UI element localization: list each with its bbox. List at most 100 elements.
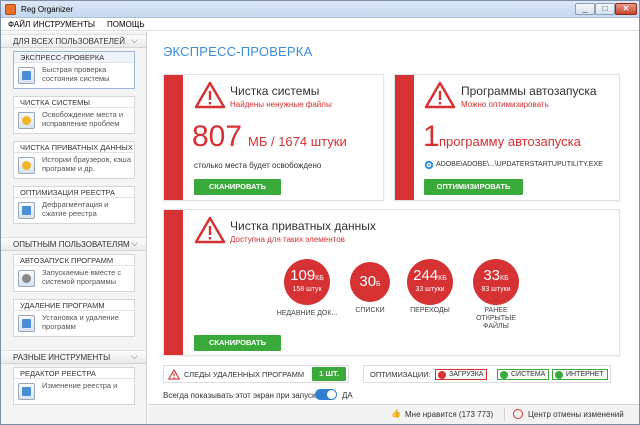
sidebar-item-desc: Дефрагментация и сжатие реестра [42,200,109,218]
warning-icon [194,81,226,109]
sidebar-item-privacy-cleanup[interactable]: ЧИСТКА ПРИВАТНЫХ ДАННЫХ Истории браузеро… [13,141,135,179]
autorun-card: Программы автозапуска Можно оптимизирова… [394,74,620,201]
menu-file[interactable]: ФАЙЛ [8,20,30,29]
sidebar-item-express-check[interactable]: ЭКСПРЕСС-ПРОВЕРКА Быстрая проверка состо… [13,51,135,89]
close-button[interactable]: ✕ [615,3,637,15]
page-title: ЭКСПРЕСС-ПРОВЕРКА [163,44,313,59]
chevron-down-icon: ⌵ [131,238,138,248]
menu-help[interactable]: ПОМОЩЬ [107,20,145,29]
registry-icon [18,202,35,219]
system-cleanup-card: Чистка системы Найдены ненужные файлы 80… [163,74,384,201]
sidebar-item-title: ЧИСТКА СИСТЕМЫ [14,97,134,108]
toggle-knob [327,390,336,399]
uninstalled-traces-bar: СЛЕДЫ УДАЛЕННЫХ ПРОГРАММ 1 ШТ. [163,365,349,383]
warning-icon [194,216,226,244]
undo-center-link[interactable]: Центр отмены изменений [528,410,624,419]
sidebar-item-desc: Изменение реестра и [42,381,118,390]
scan-system-button[interactable]: СКАНИРОВАТЬ [194,179,281,195]
card-title: Чистка приватных данных [230,219,376,233]
tag-label: ЗАГРУЗКА [449,371,484,378]
toggle-value: ДА [342,391,353,400]
maximize-button[interactable]: □ [595,3,615,15]
sidebar-item-registry-editor[interactable]: РЕДАКТОР РЕЕСТРА Изменение реестра и [13,367,135,405]
sidebar-item-desc: Истории браузеров, кэша программ и др. [42,155,132,173]
sidebar-group-misc-tools[interactable]: РАЗНЫЕ ИНСТРУМЕНТЫ ⌵ [1,350,146,364]
power-icon [438,371,446,379]
sidebar-item-desc: Запускаемые вместе с системой программы [42,268,122,286]
circle-sub: 83 штуки [481,286,511,293]
card-subtitle: Можно оптимизировать [461,100,549,109]
sidebar-item-title: УДАЛЕНИЕ ПРОГРАММ [14,300,134,311]
sidebar-item-system-cleanup[interactable]: ЧИСТКА СИСТЕМЫ Освобождение места и испр… [13,96,135,134]
menu-tools[interactable]: ИНСТРУМЕНТЫ [33,20,95,29]
regedit-icon [18,383,35,400]
card-subtitle: Найдены ненужные файлы [230,100,332,109]
minimize-button[interactable]: _ [575,3,595,15]
optimizations-bar: ОПТИМИЗАЦИИ: ЗАГРУЗКА СИСТЕМА ИНТЕРНЕТ [363,365,611,383]
card-accent-bar [395,75,414,200]
circle-unit: КБ [438,275,447,282]
group-label: ОПЫТНЫМ ПОЛЬЗОВАТЕЛЯМ [13,240,130,249]
undo-center-icon [513,409,523,419]
circle-label: РАНЕЕ ОТКРЫТЫЕ ФАЙЛЫ [476,307,516,330]
sidebar-group-all-users[interactable]: ДЛЯ ВСЕХ ПОЛЬЗОВАТЕЛЕЙ ⌵ [1,34,146,48]
power-icon [555,371,563,379]
status-bar: 👍 Мне нравится (173 773) Центр отмены из… [148,404,639,424]
privacy-lists-circle[interactable]: 30Б [350,262,390,302]
circle-unit: Б [376,281,381,288]
optim-system-tag[interactable]: СИСТЕМА [497,369,550,380]
circle-label: СПИСКИ [355,307,385,314]
sidebar-item-autorun[interactable]: АВТОЗАПУСК ПРОГРАММ Запускаемые вместе с… [13,254,135,292]
circle-sub: 158 штук [292,286,322,293]
circle-unit: КБ [315,275,324,282]
autorun-count-unit: программу автозапуска [439,134,581,149]
group-label: ДЛЯ ВСЕХ ПОЛЬЗОВАТЕЛЕЙ [13,37,126,46]
show-screen-toggle[interactable] [315,389,337,400]
title-bar: Reg Organizer _ □ ✕ [1,1,639,18]
sidebar-group-advanced[interactable]: ОПЫТНЫМ ПОЛЬЗОВАТЕЛЯМ ⌵ [1,237,146,251]
sidebar-item-desc: Быстрая проверка состояния системы [42,65,110,83]
broom-icon [18,112,35,129]
checklist-icon [18,67,35,84]
tag-label: ИНТЕРНЕТ [566,371,604,378]
group-label: РАЗНЫЕ ИНСТРУМЕНТЫ [13,353,111,362]
privacy-history-circle[interactable]: 244КБ 33 штуки [407,259,453,305]
privacy-recent-docs-circle[interactable]: 109КБ 158 штук [284,259,330,305]
optim-internet-tag[interactable]: ИНТЕРНЕТ [552,369,608,380]
privacy-icon [18,157,35,174]
card-title: Программы автозапуска [461,84,597,98]
sidebar-item-desc: Освобождение места и исправление проблем [42,110,124,128]
traces-count-button[interactable]: 1 ШТ. [312,367,346,381]
warning-icon [424,81,456,109]
startup-icon [18,270,35,287]
card-subtitle: Доступна для таких элементов [230,235,345,244]
sidebar-item-registry-optimization[interactable]: ОПТИМИЗАЦИЯ РЕЕСТРА Дефрагментация и сжа… [13,186,135,224]
optimize-autorun-button[interactable]: ОПТИМИЗИРОВАТЬ [424,179,523,195]
app-window: Reg Organizer _ □ ✕ ФАЙЛ ИНСТРУМЕНТЫ ПОМ… [0,0,640,425]
tag-label: СИСТЕМА [511,371,546,378]
sidebar-item-title: ЭКСПРЕСС-ПРОВЕРКА [14,52,134,63]
circle-value: 30 [359,273,377,290]
circle-value: 109 [290,267,316,284]
cleanup-size-value: 807 [192,120,243,153]
power-icon [500,371,508,379]
app-logo-icon [5,4,16,15]
scan-privacy-button[interactable]: СКАНИРОВАТЬ [194,335,281,351]
privacy-opened-files-circle[interactable]: 33КБ 83 штуки [473,259,519,305]
circle-sub: 33 штуки [415,286,445,293]
status-divider [504,408,505,421]
autorun-path: ADOBE\ADOBE\...\UPDATERSTARTUPUTILITY.EX… [436,161,603,168]
sidebar-item-title: АВТОЗАПУСК ПРОГРАММ [14,255,134,266]
like-link[interactable]: Мне нравится (173 773) [405,410,493,419]
sidebar-item-desc: Установка и удаление программ [42,313,119,331]
warning-icon [168,369,180,380]
optimizations-label: ОПТИМИЗАЦИИ: [370,370,431,379]
sidebar-item-title: РЕДАКТОР РЕЕСТРА [14,368,134,379]
circle-value: 244 [413,267,439,284]
optim-boot-tag[interactable]: ЗАГРУЗКА [435,369,488,380]
sidebar-item-uninstall[interactable]: УДАЛЕНИЕ ПРОГРАММ Установка и удаление п… [13,299,135,337]
chevron-down-icon: ⌵ [131,35,138,45]
card-accent-bar [164,75,183,200]
sidebar-item-title: ЧИСТКА ПРИВАТНЫХ ДАННЫХ [14,142,134,153]
main-panel: ЭКСПРЕСС-ПРОВЕРКА Чистка системы Найдены… [148,32,639,404]
